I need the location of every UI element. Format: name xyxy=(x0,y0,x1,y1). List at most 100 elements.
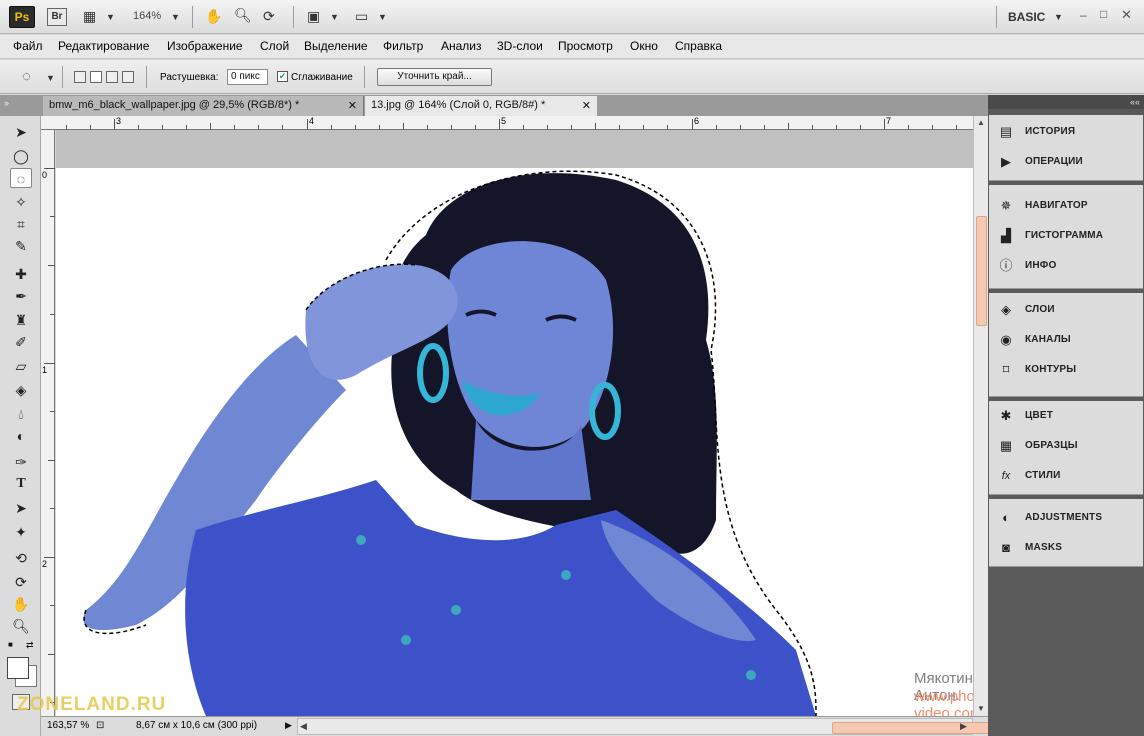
workspace-switcher[interactable]: BASIC xyxy=(1008,10,1045,24)
collapse-panels-icon[interactable]: «« xyxy=(988,95,1144,109)
foreground-color-swatch[interactable] xyxy=(7,657,29,679)
panel-adjustments[interactable]: ◐ ADJUSTMENTS xyxy=(995,503,1139,533)
lasso-tool-preset-icon[interactable]: ◌ xyxy=(22,68,31,85)
menu-help[interactable]: Справка xyxy=(675,39,722,53)
chevron-down-icon[interactable]: ▼ xyxy=(378,12,387,22)
paths-icon: ⌑ xyxy=(1002,362,1010,377)
path-selection-tool-icon[interactable]: ➤ xyxy=(10,498,32,518)
default-colors-icon[interactable]: ■ xyxy=(8,640,18,649)
vertical-scrollbar[interactable]: ▲ ▼ xyxy=(973,116,988,716)
menu-image[interactable]: Изображение xyxy=(167,39,243,53)
feather-input[interactable]: 0 пикс xyxy=(227,69,268,85)
zoom-field[interactable]: 163,57 % xyxy=(47,720,89,731)
lasso-tool-icon[interactable]: ◌ xyxy=(10,168,32,188)
panel-navigator[interactable]: ✵ НАВИГАТОР xyxy=(995,191,1139,221)
antialias-checkbox[interactable]: ✔ xyxy=(277,71,288,82)
collapse-tools-icon[interactable]: » xyxy=(4,98,9,108)
panel-paths[interactable]: ⌑ КОНТУРЫ xyxy=(995,355,1139,385)
close-window-button[interactable]: ✕ xyxy=(1121,7,1132,23)
panel-actions[interactable]: ▶ ОПЕРАЦИИ xyxy=(995,147,1139,177)
arrange-documents-icon[interactable]: ▣ xyxy=(307,8,320,24)
scroll-left-icon[interactable]: ◀ xyxy=(300,721,307,732)
menu-edit[interactable]: Редактирование xyxy=(58,39,149,53)
scroll-right-icon[interactable]: ▶ xyxy=(960,721,967,732)
brush-tool-icon[interactable]: ✒ xyxy=(10,286,32,306)
document-size: 8,67 см x 10,6 см (300 ppi) xyxy=(136,720,258,731)
paint-bucket-tool-icon[interactable]: ◈ xyxy=(10,380,32,400)
launch-bridge-button[interactable]: Br xyxy=(47,8,67,26)
view-extras-icon[interactable]: ▦ xyxy=(83,8,96,24)
swap-colors-icon[interactable]: ⇄ xyxy=(26,640,34,651)
horizontal-scrollbar[interactable]: ◀ ▶ xyxy=(297,718,1008,735)
clone-stamp-tool-icon[interactable]: ♜ xyxy=(10,310,32,330)
magic-wand-tool-icon[interactable]: ✧ xyxy=(10,192,32,212)
status-menu-icon[interactable]: ▶ xyxy=(285,720,292,731)
menu-file[interactable]: Файл xyxy=(13,39,43,53)
menu-window[interactable]: Окно xyxy=(630,39,658,53)
panel-color[interactable]: ✱ ЦВЕТ xyxy=(995,401,1139,431)
hand-tool-icon[interactable]: ✋ xyxy=(10,594,32,614)
refine-edge-button[interactable]: Уточнить край... xyxy=(377,68,492,86)
menu-layer[interactable]: Слой xyxy=(260,39,289,53)
add-to-selection-icon[interactable] xyxy=(90,71,102,83)
maximize-window-button[interactable]: □ xyxy=(1100,7,1107,21)
watermark-site: www.photoshop-video.com xyxy=(914,688,973,716)
status-icon[interactable]: ⊡ xyxy=(96,720,104,731)
horizontal-scroll-thumb[interactable] xyxy=(832,722,1008,734)
chevron-down-icon[interactable]: ▼ xyxy=(1054,12,1063,22)
3d-rotate-tool-icon[interactable]: ⟲ xyxy=(10,548,32,568)
dodge-tool-icon[interactable]: ◐ xyxy=(10,426,32,446)
type-tool-icon[interactable]: T xyxy=(10,474,32,494)
menu-filter[interactable]: Фильтр xyxy=(383,39,423,53)
new-selection-icon[interactable] xyxy=(74,71,86,83)
healing-brush-tool-icon[interactable]: ✚ xyxy=(10,264,32,284)
menu-analysis[interactable]: Анализ xyxy=(441,39,482,53)
panel-history[interactable]: ▤ ИСТОРИЯ xyxy=(995,117,1139,147)
menu-select[interactable]: Выделение xyxy=(304,39,368,53)
rotate-view-icon[interactable]: ⟳ xyxy=(263,8,275,24)
menu-3d[interactable]: 3D-слои xyxy=(497,39,543,53)
blur-tool-icon[interactable]: 💧︎ xyxy=(10,404,32,424)
panel-styles[interactable]: fx СТИЛИ xyxy=(995,461,1139,491)
history-brush-tool-icon[interactable]: ✐ xyxy=(10,332,32,352)
scroll-up-icon[interactable]: ▲ xyxy=(977,118,985,127)
document-canvas[interactable]: Мякотин Антон. www.photoshop-video.com xyxy=(56,130,973,716)
scroll-down-icon[interactable]: ▼ xyxy=(977,704,985,713)
chevron-down-icon[interactable]: ▼ xyxy=(171,12,180,22)
move-tool-icon[interactable]: ➤ xyxy=(10,122,32,142)
eyedropper-tool-icon[interactable]: ✎ xyxy=(10,236,32,256)
zoom-tool-icon[interactable]: 🔍︎ xyxy=(10,616,32,636)
subtract-from-selection-icon[interactable] xyxy=(106,71,118,83)
panel-masks[interactable]: ◙ MASKS xyxy=(995,533,1139,563)
chevron-down-icon[interactable]: ▼ xyxy=(330,12,339,22)
panel-histogram[interactable]: ▟ ГИСТОГРАММА xyxy=(995,221,1139,251)
zoom-level[interactable]: 164% xyxy=(133,10,161,22)
screen-mode-icon[interactable]: ▭ xyxy=(355,8,368,24)
close-tab-icon[interactable]: ✕ xyxy=(582,99,591,112)
pen-tool-icon[interactable]: ✑ xyxy=(10,452,32,472)
eraser-tool-icon[interactable]: ▱ xyxy=(10,356,32,376)
crop-tool-icon[interactable]: ⌗ xyxy=(10,214,32,234)
tab-13-jpg[interactable]: 13.jpg @ 164% (Слой 0, RGB/8#) * ✕ xyxy=(365,96,597,116)
ruler-label: 7 xyxy=(886,116,892,126)
panel-layers[interactable]: ◈ СЛОИ xyxy=(995,295,1139,325)
chevron-down-icon[interactable]: ▼ xyxy=(46,73,55,83)
intersect-selection-icon[interactable] xyxy=(122,71,134,83)
vertical-scroll-thumb[interactable] xyxy=(976,216,987,326)
minimize-window-button[interactable]: – xyxy=(1080,8,1087,22)
tab-bmw-wallpaper[interactable]: bmw_m6_black_wallpaper.jpg @ 29,5% (RGB/… xyxy=(43,96,364,116)
panel-swatches[interactable]: ▦ ОБРАЗЦЫ xyxy=(995,431,1139,461)
panel-channels[interactable]: ◉ КАНАЛЫ xyxy=(995,325,1139,355)
3d-orbit-tool-icon[interactable]: ⟳ xyxy=(10,572,32,592)
custom-shape-tool-icon[interactable]: ✦ xyxy=(10,522,32,542)
close-tab-icon[interactable]: ✕ xyxy=(348,99,357,112)
menu-view[interactable]: Просмотр xyxy=(558,39,613,53)
chevron-down-icon[interactable]: ▼ xyxy=(106,12,115,22)
marquee-tool-icon[interactable]: ◯ xyxy=(10,146,32,166)
hand-icon[interactable]: ✋ xyxy=(205,8,222,24)
zoom-icon[interactable]: 🔍︎ xyxy=(234,7,252,23)
photoshop-logo: Ps xyxy=(9,6,35,28)
panel-info[interactable]: ⓘ ИНФО xyxy=(995,251,1139,281)
ruler-label: 1 xyxy=(42,365,48,375)
actions-icon: ▶ xyxy=(1001,154,1011,169)
